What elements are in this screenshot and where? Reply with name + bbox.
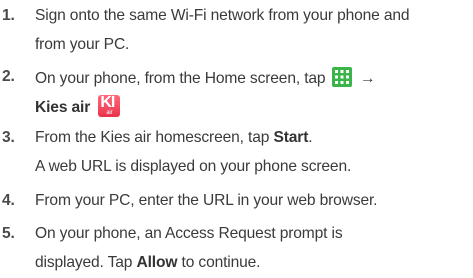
step-1-number: 1. [2,7,15,24]
apps-grid-icon [331,67,352,87]
step-3-text-line-1: From the Kies air homescreen, tap Start. [35,128,313,148]
kies-air-label: Kies air [35,99,91,116]
step-2-text-line-2: Kies air KI air [35,95,121,118]
step-5-number: 5. [2,225,15,242]
step-5-text-prefix: displayed. Tap [35,254,133,271]
start-label: Start [273,129,309,146]
step-2-number: 2. [2,68,15,85]
allow-label: Allow [136,254,178,271]
step-3-text-line-2: A web URL is displayed on your phone scr… [35,158,352,175]
arrow-right-icon: → [359,70,376,87]
instruction-steps: 1. Sign onto the same Wi-Fi network from… [0,0,473,278]
kies-air-icon-subtext: air [106,110,113,116]
step-4-text-line-1: From your PC, enter the URL in your web … [35,192,378,209]
step-3-number: 3. [2,129,15,146]
step-4-number: 4. [2,192,15,209]
step-3-text-prefix: From the Kies air homescreen, tap [35,129,270,146]
step-5-text-line-2: displayed. Tap Allow to continue. [35,253,261,273]
step-2-text-prefix: On your phone, from the Home screen, tap [35,70,326,87]
step-5-text-suffix: to continue. [181,254,261,271]
kies-air-icon: KI air [98,95,121,117]
step-1-text-line-1: Sign onto the same Wi-Fi network from yo… [35,7,410,24]
step-2-text-line-1: On your phone, from the Home screen, tap… [35,67,377,89]
step-3-text-suffix: . [308,129,313,146]
step-1-text-line-2: from your PC. [35,36,130,53]
step-5-text-line-1: On your phone, an Access Request prompt … [35,225,343,242]
